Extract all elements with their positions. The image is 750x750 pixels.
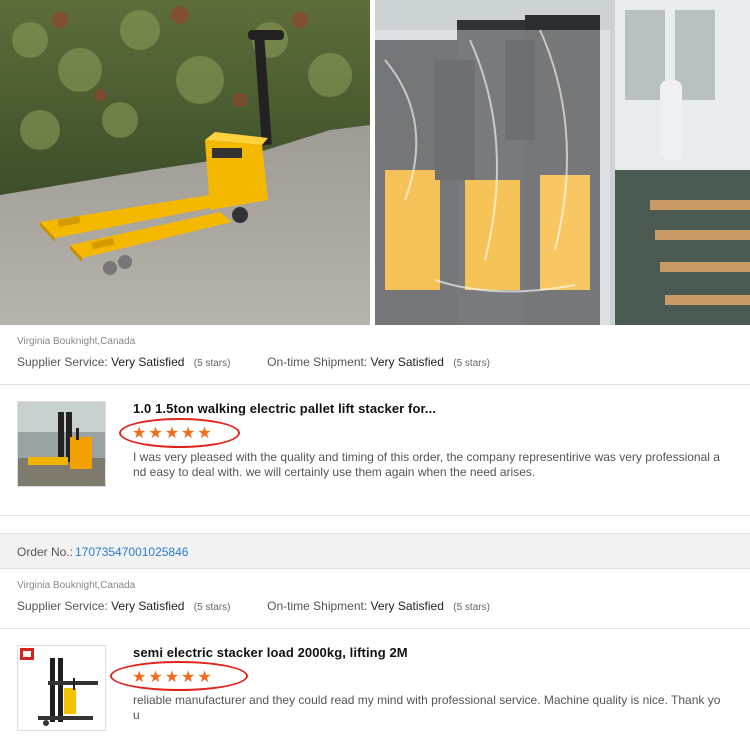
shipment-value: Very Satisfied bbox=[370, 355, 444, 369]
highlight-oval bbox=[119, 418, 240, 448]
shipment-stars: (5 stars) bbox=[453, 602, 490, 613]
supplier-service-value: Very Satisfied bbox=[111, 355, 185, 369]
semi-stacker-thumbnail-image bbox=[18, 646, 105, 730]
photo-pallet-truck[interactable] bbox=[0, 0, 370, 325]
order-bar: Order No.: 1707354700102584​6 bbox=[0, 533, 750, 569]
review-comment: reliable manufacturer and they could rea… bbox=[133, 693, 721, 722]
shipment-label: On-time Shipment: bbox=[267, 355, 368, 369]
divider bbox=[0, 628, 750, 629]
supplier-service-stars: (5 stars) bbox=[193, 602, 231, 613]
order-number-label: Order No.: bbox=[17, 545, 74, 559]
product-title[interactable]: 1.0 1.5ton walking electric pallet lift … bbox=[133, 401, 436, 416]
divider bbox=[0, 515, 750, 516]
photo-strip bbox=[0, 0, 750, 325]
rating-summary: Supplier Service: Very Satisfied (5 star… bbox=[17, 355, 490, 369]
stacker-thumbnail-image bbox=[18, 402, 105, 486]
product-title[interactable]: semi electric stacker load 2000kg, lifti… bbox=[133, 645, 408, 660]
shipment-value: Very Satisfied bbox=[370, 599, 444, 613]
pallet-truck-image bbox=[0, 0, 370, 325]
reviewer-name: Virginia Bouknight,Canada bbox=[17, 580, 136, 591]
supplier-service-label: Supplier Service: bbox=[17, 599, 108, 613]
supplier-service-value: Very Satisfied bbox=[111, 599, 185, 613]
rating-summary: Supplier Service: Very Satisfied (5 star… bbox=[17, 599, 490, 613]
product-thumbnail[interactable] bbox=[17, 401, 106, 487]
wrapped-stackers-image bbox=[375, 0, 750, 325]
highlight-oval bbox=[110, 661, 248, 691]
divider bbox=[0, 384, 750, 385]
shipment-stars: (5 stars) bbox=[453, 358, 490, 369]
supplier-service-stars: (5 stars) bbox=[193, 358, 231, 369]
order-number-link[interactable]: 1707354700102584​6 bbox=[75, 545, 188, 559]
product-thumbnail[interactable] bbox=[17, 645, 106, 731]
review-comment: I was very pleased with the quality and … bbox=[133, 450, 720, 479]
reviewer-name: Virginia Bouknight,Canada bbox=[17, 336, 136, 347]
shipment-label: On-time Shipment: bbox=[267, 599, 368, 613]
photo-wrapped-stackers[interactable] bbox=[375, 0, 750, 325]
supplier-service-label: Supplier Service: bbox=[17, 355, 108, 369]
